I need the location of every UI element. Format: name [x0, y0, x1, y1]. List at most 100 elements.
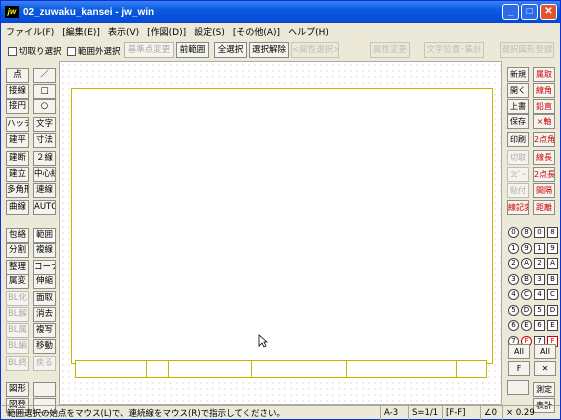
left-tool-14-0[interactable]: BL解 [6, 307, 29, 322]
layer-button-group-2-1[interactable]: A [521, 258, 532, 269]
right-tool-2-0[interactable]: 上書 [507, 99, 529, 114]
minimize-button[interactable]: _ [502, 4, 519, 20]
left-tool-1-1[interactable]: □ [33, 84, 56, 99]
attribute-select-button[interactable]: <属性選択> [291, 42, 339, 58]
left-tool-7-0[interactable]: 多角形 [6, 183, 29, 198]
left-tool-16-0[interactable]: BL編 [6, 339, 29, 354]
prev-range-button[interactable]: 前範囲 [176, 42, 209, 58]
left-tool-12-1[interactable]: 伸縮 [33, 274, 56, 289]
menu-file[interactable]: ファイル(F) [2, 25, 58, 38]
left-tool-13-0[interactable]: BL化 [6, 291, 29, 306]
layer-button-group-5-1[interactable]: D [521, 304, 532, 316]
layer-button-group-1-0[interactable]: 1 [508, 242, 519, 254]
f-group-button[interactable]: F [508, 361, 530, 376]
layer-button-group-6-0[interactable]: 6 [508, 320, 519, 331]
left-tool-12-0[interactable]: 属変 [6, 274, 29, 289]
left-tool-16-1[interactable]: 移動 [33, 339, 56, 354]
right-tool-0-0[interactable]: 新規 [507, 67, 529, 82]
attribute-change-button[interactable]: 属性変更 [370, 42, 410, 58]
layer-button-layer-0-2[interactable]: 0 [534, 227, 545, 238]
maximize-button[interactable]: □ [521, 4, 538, 20]
layer-button-layer-6-2[interactable]: 6 [534, 320, 545, 331]
left-tool-6-1[interactable]: 中心線 [33, 167, 56, 182]
menu-view[interactable]: 表示(V) [104, 25, 143, 38]
left-tool-17-0[interactable]: BL終 [6, 356, 29, 371]
layer-button-layer-2-3[interactable]: A [547, 258, 558, 269]
layer-button-group-3-0[interactable]: 3 [508, 273, 519, 285]
layer-button-layer-5-2[interactable]: 5 [534, 304, 545, 316]
layer-button-layer-3-2[interactable]: 3 [534, 273, 545, 285]
left-tool-1-0[interactable]: 接線 [6, 84, 29, 99]
left-tool-3-1[interactable]: 文字 [33, 117, 56, 132]
left-tool-17-1[interactable]: 戻る [33, 356, 56, 371]
left-tool-9-0[interactable]: 包絡 [6, 228, 29, 243]
left-tool-8-1[interactable]: AUTO [33, 200, 56, 215]
layer-button-layer-1-3[interactable]: 9 [547, 242, 558, 254]
right-tool-5-1[interactable]: 線長 [533, 150, 555, 165]
left-tool-13-1[interactable]: 面取 [33, 291, 56, 306]
right-tool-7-1[interactable]: 間隔 [533, 183, 555, 198]
right-tool-8-0[interactable]: 線記変 [507, 200, 529, 215]
layer-button-group-5-0[interactable]: 5 [508, 304, 519, 316]
x-layer-button[interactable]: ✕ [534, 361, 556, 376]
menu-other[interactable]: [その他(A)] [229, 25, 284, 38]
menu-settings[interactable]: 設定(S) [190, 25, 229, 38]
all-layer-button[interactable]: All [534, 344, 556, 359]
text-position-button[interactable]: 文字位置･集計 [424, 42, 484, 58]
layer-button-group-4-0[interactable]: 4 [508, 289, 519, 300]
left-tool-8-0[interactable]: 曲線 [6, 200, 29, 215]
left-tool-4-1[interactable]: 寸法 [33, 133, 56, 148]
deselect-button[interactable]: 選択解除 [249, 42, 289, 58]
layer-button-layer-4-3[interactable]: C [547, 289, 558, 300]
scale-display[interactable]: S=1/1 [408, 405, 438, 420]
left-tool-0-1[interactable]: ／ [33, 68, 56, 83]
layer-button-group-0-0[interactable]: 0 [508, 227, 519, 238]
base-point-button[interactable]: 基準点変更 [124, 42, 174, 58]
right-tool-2-1[interactable]: 鉛直 [533, 99, 555, 114]
right-tool-4-0[interactable]: 印刷 [507, 132, 529, 147]
right-tool-4-1[interactable]: 2点角 [533, 132, 555, 147]
left-tool-6-0[interactable]: 建立 [6, 167, 29, 182]
right-tool-3-0[interactable]: 保存 [507, 114, 529, 129]
line-type-button[interactable] [507, 380, 529, 395]
left-tool-11-1[interactable]: コーナー [33, 260, 56, 275]
left-tool-15-0[interactable]: BL属 [6, 323, 29, 338]
left-tool-2-0[interactable]: 接円 [6, 99, 29, 114]
drawing-canvas[interactable] [59, 61, 502, 405]
layer-button-group-0-1[interactable]: 8 [521, 227, 532, 238]
menu-draw[interactable]: [作図(D)] [143, 25, 190, 38]
right-tool-7-0[interactable]: 貼付 [507, 183, 529, 198]
register-figure-button[interactable]: 選択図形登録 [500, 42, 554, 58]
left-tool-7-1[interactable]: 連線 [33, 183, 56, 198]
zoom-display[interactable]: × 0.29 [502, 405, 535, 420]
all-group-button[interactable]: All [508, 344, 530, 359]
layer-button-layer-3-3[interactable]: B [547, 273, 558, 285]
cut-select-checkbox[interactable]: 切取り選択 [8, 45, 62, 57]
measure-button[interactable]: 測定 [533, 382, 555, 397]
left-tool-3-0[interactable]: ハッチ [6, 117, 29, 132]
right-tool-0-1[interactable]: 属取 [533, 67, 555, 82]
left-tool-18-0[interactable]: 図形 [6, 382, 29, 397]
right-tool-5-0[interactable]: 切取 [507, 150, 529, 165]
outside-select-checkbox[interactable]: 範囲外選択 [67, 45, 121, 57]
layer-button-group-6-1[interactable]: E [521, 320, 532, 331]
layer-button-layer-5-3[interactable]: D [547, 304, 558, 316]
left-tool-10-0[interactable]: 分割 [6, 243, 29, 258]
layer-button-layer-4-2[interactable]: 4 [534, 289, 545, 300]
layer-button-layer-1-2[interactable]: 1 [534, 242, 545, 254]
right-tool-6-0[interactable]: ｺﾋﾟｰ [507, 167, 529, 182]
left-tool-11-0[interactable]: 整理 [6, 260, 29, 275]
select-all-button[interactable]: 全選択 [214, 42, 247, 58]
left-tool-4-0[interactable]: 建平 [6, 133, 29, 148]
angle-display[interactable]: ∠0 [480, 405, 497, 420]
layer-button-group-4-1[interactable]: C [521, 289, 532, 300]
layer-button-layer-6-3[interactable]: E [547, 320, 558, 331]
menu-help[interactable]: ヘルプ(H) [284, 25, 333, 38]
left-tool-9-1[interactable]: 範囲 [33, 228, 56, 243]
paper-size[interactable]: A-3 [380, 405, 398, 420]
left-tool-10-1[interactable]: 複線 [33, 243, 56, 258]
layer-display[interactable]: [F-F] [442, 405, 465, 420]
left-tool-0-0[interactable]: 点 [6, 68, 29, 83]
left-tool-18-1[interactable] [33, 382, 56, 397]
right-tool-3-1[interactable]: ×軸 [533, 114, 555, 129]
